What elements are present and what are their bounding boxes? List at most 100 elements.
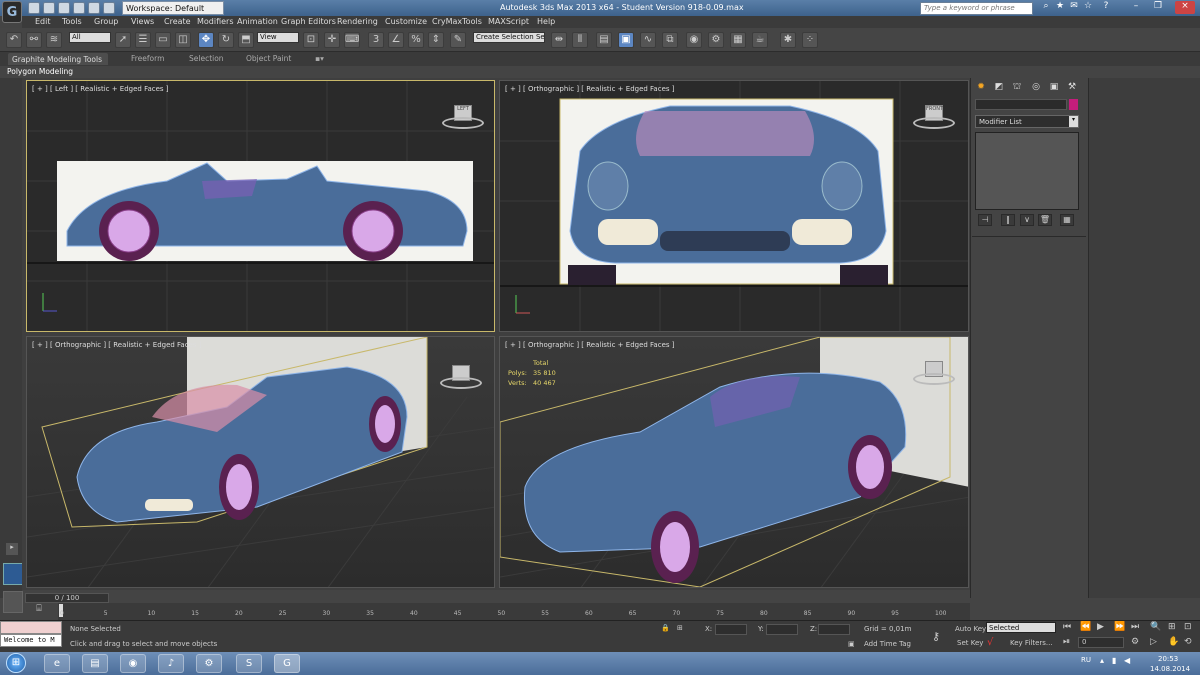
select-and-rotate-icon[interactable]: ↻ bbox=[218, 32, 234, 48]
object-name-field[interactable] bbox=[975, 99, 1067, 110]
show-end-result-icon[interactable]: ‖ bbox=[1001, 214, 1015, 226]
media-player-icon[interactable]: ♪ bbox=[158, 654, 184, 673]
ribbon-options-icon[interactable]: ▪▾ bbox=[315, 54, 324, 63]
project-folder-icon[interactable] bbox=[103, 2, 115, 14]
maxscript-mini-listener[interactable]: Welcome to M bbox=[0, 634, 62, 647]
named-selection-dropdown[interactable]: Create Selection Se bbox=[473, 32, 545, 43]
edit-named-selection-icon[interactable]: ✎ bbox=[450, 32, 466, 48]
menu-animation[interactable]: Animation bbox=[237, 17, 278, 26]
search-icon[interactable]: ⌕ bbox=[1040, 1, 1052, 14]
maxscript-listener-input[interactable] bbox=[0, 621, 62, 634]
communication-icon[interactable]: ✉ bbox=[1068, 1, 1080, 14]
window-crossing-icon[interactable]: ◫ bbox=[175, 32, 191, 48]
select-by-name-icon[interactable]: ☰ bbox=[135, 32, 151, 48]
dropdown-arrow-icon[interactable]: ▾ bbox=[1069, 116, 1078, 127]
particle-icon[interactable]: ⁘ bbox=[802, 32, 818, 48]
clock-time[interactable]: 20:53 bbox=[1158, 655, 1178, 663]
time-configuration-icon[interactable]: ⚙ bbox=[1131, 637, 1139, 647]
menu-help[interactable]: Help bbox=[537, 17, 555, 26]
clock-date[interactable]: 14.08.2014 bbox=[1150, 665, 1190, 673]
percent-snap-icon[interactable]: % bbox=[408, 32, 424, 48]
start-button-icon[interactable]: ⊞ bbox=[6, 653, 26, 673]
orbit-icon[interactable]: ⟲ bbox=[1184, 637, 1192, 647]
internet-explorer-icon[interactable]: e bbox=[44, 654, 70, 673]
app-logo-icon[interactable]: G bbox=[2, 1, 22, 23]
next-frame-icon[interactable]: ⏩ bbox=[1114, 622, 1125, 632]
menu-views[interactable]: Views bbox=[131, 17, 154, 26]
align-icon[interactable]: ⫴ bbox=[572, 32, 588, 48]
current-frame-field[interactable]: 0 bbox=[1078, 637, 1124, 648]
keyboard-shortcut-icon[interactable]: ⌨ bbox=[344, 32, 360, 48]
key-icon[interactable]: ⚷ bbox=[932, 630, 940, 643]
viewport-label-ortho-left[interactable]: [ + ] [ Orthographic ] [ Realistic + Edg… bbox=[32, 341, 201, 349]
pin-stack-icon[interactable]: ⊣ bbox=[978, 214, 992, 226]
3dsmax-taskbar-icon[interactable]: G bbox=[274, 654, 300, 673]
make-unique-icon[interactable]: ∨ bbox=[1020, 214, 1034, 226]
menu-maxscript[interactable]: MAXScript bbox=[488, 17, 529, 26]
key-mode-toggle-icon[interactable]: ⏯ bbox=[1063, 637, 1070, 647]
language-indicator[interactable]: RU bbox=[1081, 656, 1091, 664]
favorites-icon[interactable]: ☆ bbox=[1082, 1, 1094, 14]
render-icon[interactable]: ✱ bbox=[780, 32, 796, 48]
save-file-icon[interactable] bbox=[58, 2, 70, 14]
absolute-mode-icon[interactable]: ⊞ bbox=[677, 624, 683, 632]
render-production-icon[interactable]: ☕ bbox=[752, 32, 768, 48]
create-tab-icon[interactable]: ✹ bbox=[974, 82, 988, 94]
menu-group[interactable]: Group bbox=[94, 17, 118, 26]
pan-icon[interactable]: ✋ bbox=[1168, 637, 1179, 647]
object-color-swatch[interactable] bbox=[1069, 99, 1078, 110]
subscription-icon[interactable]: ★ bbox=[1054, 1, 1066, 14]
angle-snap-icon[interactable]: ∠ bbox=[388, 32, 404, 48]
steam-icon[interactable]: ⚙ bbox=[196, 654, 222, 673]
rendered-frame-icon[interactable]: ▦ bbox=[730, 32, 746, 48]
tab-graphite-modeling-tools[interactable]: Graphite Modeling Tools bbox=[8, 53, 108, 65]
viewport-front[interactable]: [ + ] [ Orthographic ] [ Realistic + Edg… bbox=[499, 80, 969, 332]
viewcube-ring-icon[interactable] bbox=[440, 377, 482, 389]
search-input[interactable]: Type a keyword or phrase bbox=[920, 2, 1033, 15]
mirror-icon[interactable]: ⇹ bbox=[551, 32, 567, 48]
display-tab-icon[interactable]: ▣ bbox=[1047, 82, 1061, 94]
y-coordinate-field[interactable] bbox=[766, 624, 798, 635]
rectangular-selection-icon[interactable]: ▭ bbox=[155, 32, 171, 48]
help-icon[interactable]: ? bbox=[1100, 1, 1112, 14]
set-key-button[interactable]: Set Key bbox=[957, 639, 983, 647]
modifier-stack[interactable] bbox=[975, 132, 1079, 210]
expand-arrow-icon[interactable]: ▸ bbox=[6, 543, 18, 555]
zoom-icon[interactable]: 🔍 bbox=[1150, 622, 1161, 632]
material-editor-icon[interactable]: ◉ bbox=[686, 32, 702, 48]
network-icon[interactable]: ▮ bbox=[1112, 656, 1116, 665]
viewport-ortho-right[interactable]: [ + ] [ Orthographic ] [ Realistic + Edg… bbox=[499, 336, 969, 588]
viewcube-ring-icon[interactable] bbox=[442, 117, 484, 129]
workspace-dropdown[interactable]: Workspace: Default bbox=[122, 1, 224, 15]
x-coordinate-field[interactable] bbox=[715, 624, 747, 635]
viewport-left[interactable]: [ + ] [ Left ] [ Realistic + Edged Faces… bbox=[26, 80, 495, 332]
volume-icon[interactable]: ◀ bbox=[1124, 656, 1130, 665]
hierarchy-tab-icon[interactable]: ⛫ bbox=[1010, 82, 1024, 94]
menu-graph-editors[interactable]: Graph Editors bbox=[281, 17, 336, 26]
go-to-start-icon[interactable]: ⏮ bbox=[1063, 622, 1071, 632]
field-of-view-icon[interactable]: ▷ bbox=[1150, 637, 1157, 647]
select-object-icon[interactable]: ➚ bbox=[115, 32, 131, 48]
schematic-view-icon[interactable]: ⧉ bbox=[662, 32, 678, 48]
select-and-move-icon[interactable]: ✥ bbox=[198, 32, 214, 48]
menu-create[interactable]: Create bbox=[164, 17, 191, 26]
viewport-label-left[interactable]: [ + ] [ Left ] [ Realistic + Edged Faces… bbox=[32, 85, 169, 93]
open-file-icon[interactable] bbox=[43, 2, 55, 14]
select-and-scale-icon[interactable]: ⬒ bbox=[238, 32, 254, 48]
tray-arrow-icon[interactable]: ▴ bbox=[1100, 656, 1104, 665]
file-explorer-icon[interactable]: ▤ bbox=[82, 654, 108, 673]
viewport-label-ortho-right[interactable]: [ + ] [ Orthographic ] [ Realistic + Edg… bbox=[505, 341, 674, 349]
render-setup-icon[interactable]: ⚙ bbox=[708, 32, 724, 48]
layer-manager-icon[interactable]: ▤ bbox=[596, 32, 612, 48]
go-to-end-icon[interactable]: ⏭ bbox=[1131, 622, 1139, 632]
key-filters-button[interactable]: Key Filters... bbox=[1010, 639, 1053, 647]
lock-selection-icon[interactable]: 🔒 bbox=[661, 624, 670, 632]
skype-icon[interactable]: S bbox=[236, 654, 262, 673]
minimize-icon[interactable]: – bbox=[1130, 1, 1142, 14]
manipulate-icon[interactable]: ✛ bbox=[324, 32, 340, 48]
reference-coordinate-dropdown[interactable]: View bbox=[257, 32, 299, 43]
viewport-ortho-left[interactable]: [ + ] [ Orthographic ] [ Realistic + Edg… bbox=[26, 336, 495, 588]
tab-selection[interactable]: Selection bbox=[189, 54, 224, 63]
menu-modifiers[interactable]: Modifiers bbox=[197, 17, 234, 26]
select-and-link-icon[interactable]: ⚯ bbox=[26, 32, 42, 48]
